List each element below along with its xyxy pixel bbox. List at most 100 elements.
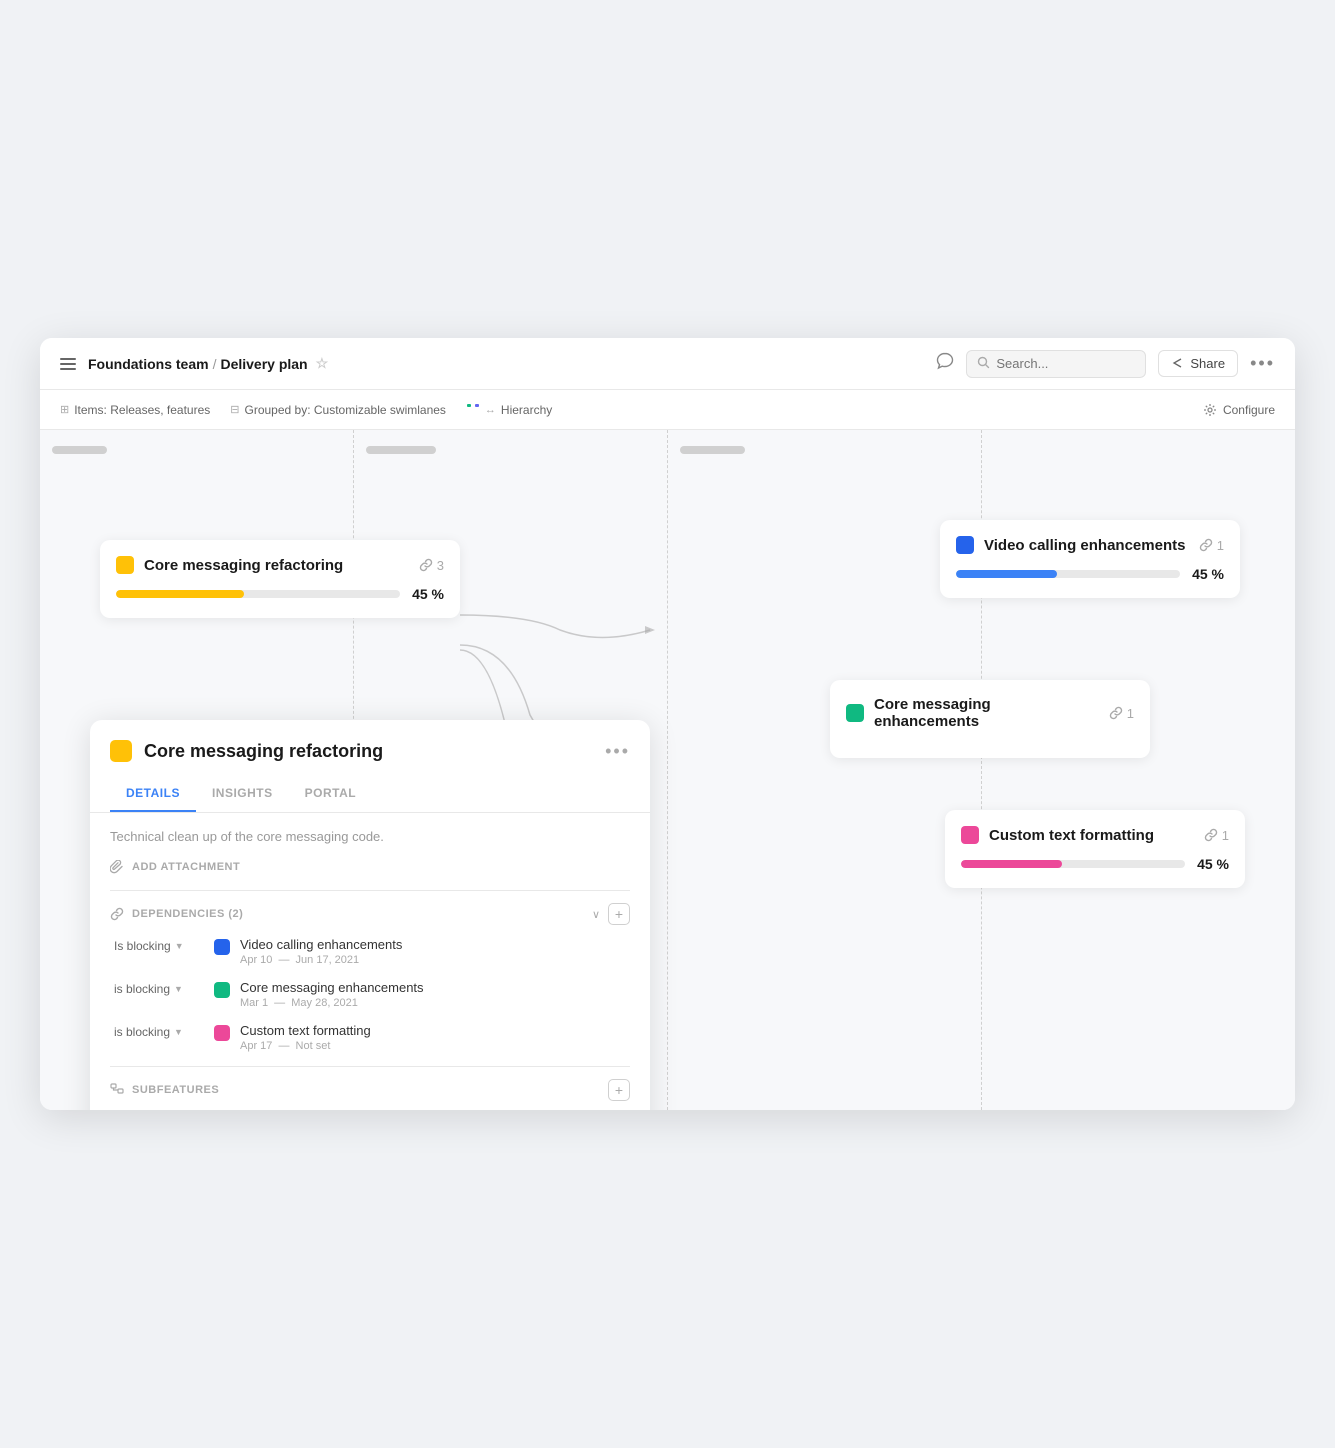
subfeatures-section: SUBFEATURES + bbox=[110, 1079, 630, 1101]
menu-icon[interactable] bbox=[60, 358, 76, 370]
dep-dot-3 bbox=[214, 1025, 230, 1041]
fcard-header-core-enh: Core messaging enhancements 1 bbox=[846, 696, 1134, 730]
card-video-calling[interactable]: Video calling enhancements 1 45 % bbox=[940, 520, 1240, 598]
tab-portal[interactable]: PORTAL bbox=[289, 776, 372, 812]
toolbar-grouped-label: Grouped by: Customizable swimlanes bbox=[245, 403, 446, 417]
search-icon bbox=[977, 356, 990, 372]
header-right: Share ••• bbox=[936, 350, 1275, 378]
fcard-dot-custom bbox=[961, 826, 979, 844]
dependency-item-2: is blocking ▼ Core messaging enhancement… bbox=[110, 980, 630, 1009]
search-input[interactable] bbox=[996, 356, 1135, 371]
share-button[interactable]: Share bbox=[1158, 350, 1238, 377]
fcard-title: Core messaging refactoring bbox=[144, 557, 409, 574]
tab-details[interactable]: DETAILS bbox=[110, 776, 196, 812]
divider-1 bbox=[110, 890, 630, 891]
dep-relation-2[interactable]: is blocking ▼ bbox=[114, 980, 204, 996]
dep-rel-label-1: Is blocking bbox=[114, 939, 171, 953]
progress-bar-fill-custom bbox=[961, 860, 1062, 868]
dependencies-expand[interactable]: ∨ bbox=[592, 908, 600, 921]
tab-insights[interactable]: INSIGHTS bbox=[196, 776, 289, 812]
card-custom-text[interactable]: Custom text formatting 1 45 % bbox=[945, 810, 1245, 888]
panel-more-icon[interactable]: ••• bbox=[605, 741, 630, 762]
toolbar-items[interactable]: ⊞ Items: Releases, features bbox=[60, 403, 210, 417]
dependencies-add-button[interactable]: + bbox=[608, 903, 630, 925]
timeline-col-3 bbox=[668, 430, 982, 1110]
configure-label: Configure bbox=[1223, 403, 1275, 417]
panel-tabs: DETAILS INSIGHTS PORTAL bbox=[90, 776, 650, 813]
dep-date-2: Mar 1 — May 28, 2021 bbox=[240, 997, 630, 1009]
dep-info-3: Custom text formatting Apr 17 — Not set bbox=[240, 1023, 630, 1052]
dependencies-header: DEPENDENCIES (2) ∨ + bbox=[110, 903, 630, 925]
dep-dot-1 bbox=[214, 939, 230, 955]
progress-row-video: 45 % bbox=[956, 566, 1224, 582]
hierarchy-icon: ↔ bbox=[485, 404, 496, 416]
progress-bar-bg bbox=[116, 590, 400, 598]
progress-bar-fill-video bbox=[956, 570, 1057, 578]
header: Foundations team / Delivery plan ☆ bbox=[40, 338, 1295, 390]
fcard-header-custom: Custom text formatting 1 bbox=[961, 826, 1229, 844]
panel-title: Core messaging refactoring bbox=[144, 741, 593, 762]
dep-relation-3[interactable]: is blocking ▼ bbox=[114, 1023, 204, 1039]
dep-name-1: Video calling enhancements bbox=[240, 937, 630, 952]
fcard-link-count-core-enh: 1 bbox=[1109, 706, 1134, 721]
subfeatures-add-button[interactable]: + bbox=[608, 1079, 630, 1101]
dep-date-3: Apr 17 — Not set bbox=[240, 1040, 630, 1052]
dep-dot-2 bbox=[214, 982, 230, 998]
fcard-title-custom: Custom text formatting bbox=[989, 827, 1194, 844]
dependency-item-1: Is blocking ▼ Video calling enhancements… bbox=[110, 937, 630, 966]
dep-rel-arrow-3: ▼ bbox=[174, 1027, 183, 1037]
dep-name-3: Custom text formatting bbox=[240, 1023, 630, 1038]
dep-rel-label-2: is blocking bbox=[114, 982, 170, 996]
fcard-header-video: Video calling enhancements 1 bbox=[956, 536, 1224, 554]
breadcrumb-page[interactable]: Delivery plan bbox=[220, 356, 307, 372]
dep-name-2: Core messaging enhancements bbox=[240, 980, 630, 995]
fcard-dot-video bbox=[956, 536, 974, 554]
fcard-dot-core-enh bbox=[846, 704, 864, 722]
header-left: Foundations team / Delivery plan ☆ bbox=[60, 355, 936, 372]
comment-icon[interactable] bbox=[936, 352, 954, 375]
card-core-messaging[interactable]: Core messaging refactoring 3 45 % bbox=[100, 540, 460, 618]
items-icon: ⊞ bbox=[60, 403, 69, 416]
search-box[interactable] bbox=[966, 350, 1146, 378]
divider-2 bbox=[110, 1066, 630, 1067]
attachment-label: ADD ATTACHMENT bbox=[132, 861, 240, 873]
dep-rel-arrow-1: ▼ bbox=[175, 941, 184, 951]
dep-info-1: Video calling enhancements Apr 10 — Jun … bbox=[240, 937, 630, 966]
toolbar-hierarchy-label: Hierarchy bbox=[501, 403, 552, 417]
fcard-link-count-custom: 1 bbox=[1204, 828, 1229, 843]
fcard-link-count: 3 bbox=[419, 558, 444, 573]
subfeatures-title: SUBFEATURES bbox=[132, 1084, 600, 1096]
fcard-header: Core messaging refactoring 3 bbox=[116, 556, 444, 574]
progress-pct-video: 45 % bbox=[1192, 566, 1224, 582]
panel-body: Technical clean up of the core messaging… bbox=[90, 813, 650, 1110]
fcard-title-video: Video calling enhancements bbox=[984, 537, 1189, 554]
app-window: Foundations team / Delivery plan ☆ bbox=[40, 338, 1295, 1110]
progress-row-custom: 45 % bbox=[961, 856, 1229, 872]
toolbar: ⊞ Items: Releases, features ⊟ Grouped by… bbox=[40, 390, 1295, 430]
fcard-title-core-enh: Core messaging enhancements bbox=[874, 696, 1099, 730]
fcard-link-count-video: 1 bbox=[1199, 538, 1224, 553]
progress-bar-bg-custom bbox=[961, 860, 1185, 868]
panel-description: Technical clean up of the core messaging… bbox=[110, 829, 630, 844]
progress-pct-custom: 45 % bbox=[1197, 856, 1229, 872]
toolbar-configure[interactable]: Configure bbox=[1203, 403, 1275, 417]
panel-header: Core messaging refactoring ••• bbox=[90, 720, 650, 762]
progress-bar-fill bbox=[116, 590, 244, 598]
progress-row: 45 % bbox=[116, 586, 444, 602]
canvas-area: Core messaging refactoring 3 45 % bbox=[40, 430, 1295, 1110]
breadcrumb: Foundations team / Delivery plan ☆ bbox=[88, 355, 328, 372]
dependency-item-3: is blocking ▼ Custom text formatting Apr… bbox=[110, 1023, 630, 1052]
dep-info-2: Core messaging enhancements Mar 1 — May … bbox=[240, 980, 630, 1009]
dep-rel-label-3: is blocking bbox=[114, 1025, 170, 1039]
more-menu-icon[interactable]: ••• bbox=[1250, 353, 1275, 374]
toolbar-hierarchy[interactable]: ↔ Hierarchy bbox=[466, 403, 552, 417]
attachment-row[interactable]: ADD ATTACHMENT bbox=[110, 860, 630, 874]
breadcrumb-team[interactable]: Foundations team bbox=[88, 356, 209, 372]
dep-relation-1[interactable]: Is blocking ▼ bbox=[114, 937, 204, 953]
share-label: Share bbox=[1190, 356, 1225, 371]
progress-bar-bg-video bbox=[956, 570, 1180, 578]
grouped-icon: ⊟ bbox=[230, 403, 239, 416]
card-core-enh[interactable]: Core messaging enhancements 1 bbox=[830, 680, 1150, 758]
toolbar-grouped[interactable]: ⊟ Grouped by: Customizable swimlanes bbox=[230, 403, 446, 417]
star-icon[interactable]: ☆ bbox=[316, 355, 329, 372]
